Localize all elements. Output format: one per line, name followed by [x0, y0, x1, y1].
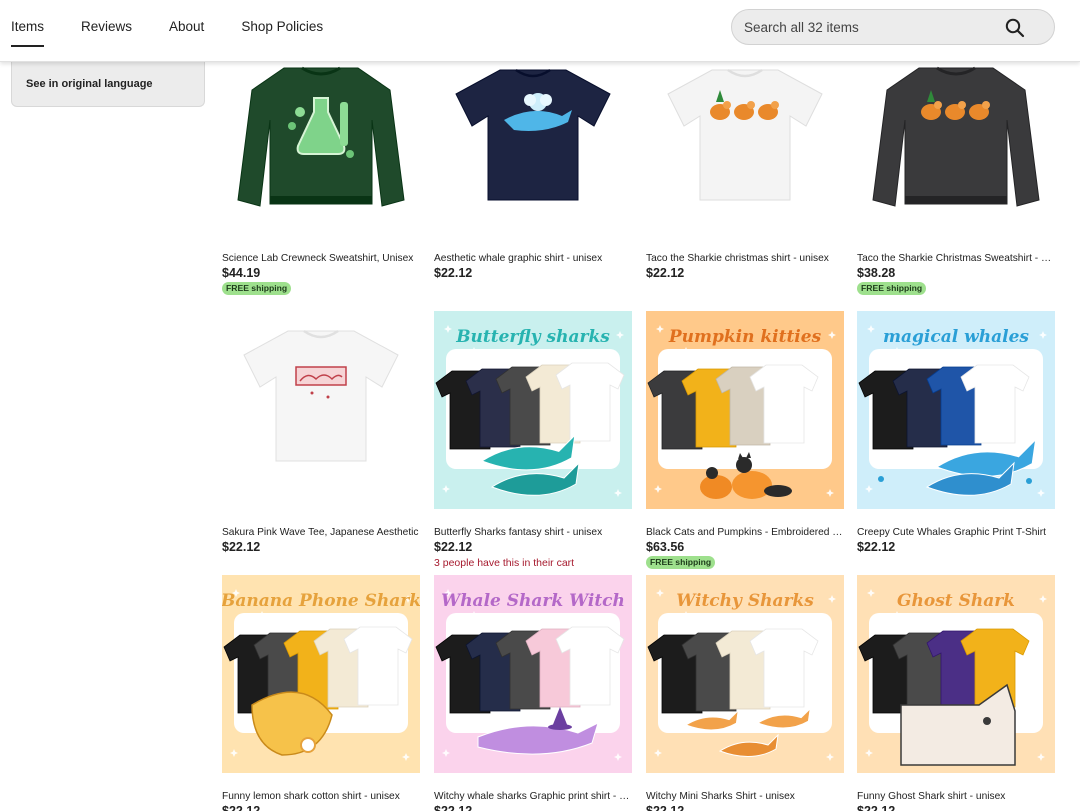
tab-shop-policies[interactable]: Shop Policies [241, 0, 323, 62]
product-image[interactable]: Pumpkin kittieshttps://www.etsy.com/shop… [646, 311, 844, 509]
search-button[interactable] [1003, 16, 1027, 40]
product-card[interactable]: Aesthetic whale graphic shirt - unisex $2… [434, 62, 632, 295]
product-card[interactable]: Ghost Sharkhttps://www.etsy.com/shop/lem… [857, 575, 1055, 811]
product-image[interactable]: Ghost Sharkhttps://www.etsy.com/shop/lem… [857, 575, 1055, 773]
banner-heading: Butterfly sharks [455, 327, 610, 347]
product-price: $22.12 [646, 804, 685, 811]
product-card[interactable]: Taco the Sharkie christmas shirt - unise… [646, 62, 844, 295]
product-photo [222, 311, 420, 509]
product-image[interactable]: Banana Phone Sharkhttps://www.etsy.com/s… [222, 575, 420, 773]
product-card[interactable]: Pumpkin kittieshttps://www.etsy.com/shop… [646, 311, 844, 569]
tab-about[interactable]: About [169, 0, 204, 62]
product-image[interactable]: Witchy Sharkshttps://www.etsy.com/shop/l… [646, 575, 844, 773]
product-image[interactable]: Whale Shark Witchhttps://www.etsy.com/sh… [434, 575, 632, 773]
product-price: $22.12 [222, 804, 261, 811]
product-title[interactable]: Taco the Sharkie christmas shirt - unise… [646, 252, 844, 265]
product-photo: Butterfly sharkshttps://www.etsy.com/sho… [434, 311, 632, 509]
product-photo [222, 62, 420, 235]
product-photo: Pumpkin kittieshttps://www.etsy.com/shop… [646, 311, 844, 509]
product-photo [857, 62, 1055, 235]
tab-items[interactable]: Items [11, 0, 45, 62]
see-original-language-link[interactable]: See in original language [26, 78, 153, 90]
product-image[interactable] [222, 62, 420, 235]
product-price: $22.12 [434, 540, 473, 554]
product-price: $63.56 [646, 540, 685, 554]
search-icon [1005, 18, 1025, 38]
product-image[interactable] [646, 62, 844, 235]
product-price: $22.12 [857, 540, 896, 554]
free-shipping-badge: FREE shipping [646, 556, 716, 569]
product-price: $22.12 [434, 266, 473, 280]
product-price: $44.19 [222, 266, 261, 280]
product-photo [646, 62, 844, 235]
product-photo: Banana Phone Sharkhttps://www.etsy.com/s… [222, 575, 420, 773]
product-title[interactable]: Aesthetic whale graphic shirt - unisex [434, 252, 632, 265]
banner-heading: Whale Shark Witch [441, 591, 625, 611]
product-card[interactable]: Banana Phone Sharkhttps://www.etsy.com/s… [222, 575, 420, 811]
product-title[interactable]: Sakura Pink Wave Tee, Japanese Aesthetic [222, 526, 420, 539]
product-title[interactable]: Science Lab Crewneck Sweatshirt, Unisex [222, 252, 420, 265]
product-image[interactable]: magical whaleshttps://www.etsy.com/shop/… [857, 311, 1055, 509]
product-title[interactable]: Witchy Mini Sharks Shirt - unisex [646, 790, 844, 803]
product-photo [434, 62, 632, 235]
product-title[interactable]: Funny Ghost Shark shirt - unisex [857, 790, 1055, 803]
product-price: $38.28 [857, 266, 896, 280]
product-title[interactable]: Creepy Cute Whales Graphic Print T-Shirt [857, 526, 1055, 539]
product-photo: Whale Shark Witchhttps://www.etsy.com/sh… [434, 575, 632, 773]
translation-panel: See in original language [11, 62, 205, 107]
product-title[interactable]: Witchy whale sharks Graphic print shirt … [434, 790, 632, 803]
product-photo: Ghost Sharkhttps://www.etsy.com/shop/lem… [857, 575, 1055, 773]
shop-header: Items Reviews About Shop Policies [0, 0, 1080, 62]
product-price: $22.12 [857, 804, 896, 811]
product-card[interactable]: Taco the Sharkie Christmas Sweatshirt - … [857, 62, 1055, 295]
product-card[interactable]: magical whaleshttps://www.etsy.com/shop/… [857, 311, 1055, 569]
free-shipping-badge: FREE shipping [857, 282, 927, 295]
product-image[interactable] [857, 62, 1055, 235]
product-card[interactable]: Science Lab Crewneck Sweatshirt, Unisex $… [222, 62, 420, 295]
banner-heading: Witchy Sharks [676, 591, 814, 611]
product-card[interactable]: Butterfly sharkshttps://www.etsy.com/sho… [434, 311, 632, 569]
product-photo: magical whaleshttps://www.etsy.com/shop/… [857, 311, 1055, 509]
banner-heading: magical whales [883, 327, 1029, 347]
product-price: $22.12 [222, 540, 261, 554]
in-cart-notice: 3 people have this in their cart [434, 557, 575, 569]
product-price: $22.12 [434, 804, 473, 811]
product-image[interactable]: Butterfly sharkshttps://www.etsy.com/sho… [434, 311, 632, 509]
product-photo: Witchy Sharkshttps://www.etsy.com/shop/l… [646, 575, 844, 773]
banner-heading: Banana Phone Shark [222, 591, 420, 611]
product-image[interactable] [434, 62, 632, 235]
banner-heading: Pumpkin kitties [668, 327, 822, 347]
product-card[interactable]: Witchy Sharkshttps://www.etsy.com/shop/l… [646, 575, 844, 811]
shop-search-box [731, 9, 1055, 45]
product-card[interactable]: Whale Shark Witchhttps://www.etsy.com/sh… [434, 575, 632, 811]
banner-heading: Ghost Shark [897, 591, 1015, 611]
shop-tabs: Items Reviews About Shop Policies [11, 0, 360, 62]
product-price: $22.12 [646, 266, 685, 280]
product-title[interactable]: Taco the Sharkie Christmas Sweatshirt - … [857, 252, 1055, 265]
product-title[interactable]: Funny lemon shark cotton shirt - unisex [222, 790, 420, 803]
product-card[interactable]: Sakura Pink Wave Tee, Japanese Aesthetic… [222, 311, 420, 569]
tab-reviews[interactable]: Reviews [81, 0, 132, 62]
product-title[interactable]: Butterfly Sharks fantasy shirt - unisex [434, 526, 632, 539]
product-image[interactable] [222, 311, 420, 509]
search-input[interactable] [744, 10, 994, 44]
free-shipping-badge: FREE shipping [222, 282, 292, 295]
product-title[interactable]: Black Cats and Pumpkins - Embroidered Sw… [646, 526, 844, 539]
